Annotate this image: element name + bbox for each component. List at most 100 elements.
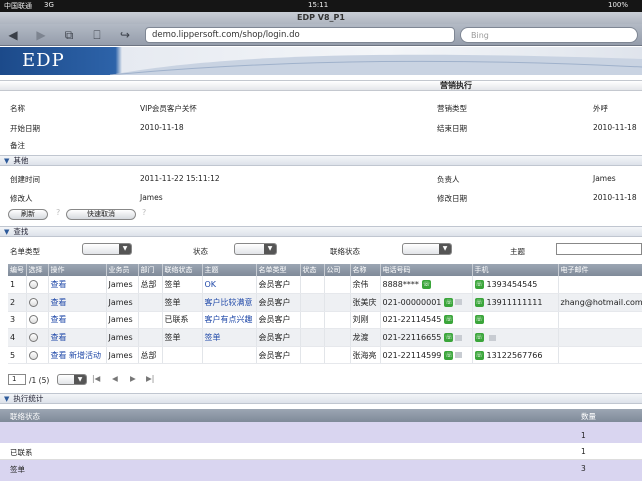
column-header[interactable]: 选择	[26, 264, 49, 276]
tabs-icon[interactable]: ⧉	[62, 28, 76, 42]
filter-section-header[interactable]: ▼ 查找	[0, 226, 642, 237]
sms-icon[interactable]	[455, 299, 463, 306]
search-input[interactable]: Bing	[460, 27, 638, 43]
column-header[interactable]: 联络状态	[162, 264, 203, 276]
last-page-icon[interactable]: ▶|	[146, 374, 154, 383]
forward-icon[interactable]: ▶	[34, 28, 48, 42]
phone-icon[interactable]: ☏	[474, 315, 484, 325]
phone-icon[interactable]: ☏	[444, 315, 454, 325]
end-date-label: 结束日期	[437, 124, 467, 133]
phone-icon[interactable]: ☏	[444, 297, 454, 307]
sms-icon[interactable]	[455, 352, 463, 359]
name-cell: 张美庆	[350, 293, 381, 312]
column-header[interactable]: 业务员	[106, 264, 139, 276]
app-banner: EDP	[0, 47, 642, 75]
add-activity-link[interactable]: 新增活动	[69, 351, 101, 360]
view-link[interactable]: 查看	[51, 315, 67, 324]
back-icon[interactable]: ◀	[6, 28, 20, 42]
select-radio[interactable]	[28, 333, 38, 343]
column-header[interactable]: 操作	[48, 264, 107, 276]
column-header[interactable]: 主题	[202, 264, 257, 276]
rep-cell: James	[106, 346, 139, 365]
column-header[interactable]: 公司	[324, 264, 351, 276]
quick-cancel-button[interactable]: 快速取消	[66, 209, 136, 220]
page-header: 营销执行	[0, 80, 642, 91]
modifier-label: 修改人	[10, 194, 33, 203]
chevron-down-icon: ▼	[4, 395, 10, 403]
list-type-cell: 会员客户	[256, 346, 301, 365]
column-header[interactable]: 电子邮件	[558, 264, 642, 276]
stats-count-cell: 1	[581, 431, 586, 440]
browser-title: EDP V8_P1	[0, 12, 642, 24]
stats-status-cell: 已联系	[10, 448, 33, 457]
created-label: 创建时间	[10, 175, 40, 184]
view-link[interactable]: 查看	[51, 333, 67, 342]
column-header[interactable]: 名单类型	[256, 264, 301, 276]
share-icon[interactable]: ↪	[118, 28, 132, 42]
refresh-button[interactable]: 刷新	[8, 209, 48, 220]
subject-link[interactable]: OK	[205, 280, 217, 289]
contact-status-select[interactable]: ▼	[402, 243, 452, 255]
table-row: 4 查看 James 签单 签单 会员客户 龙渡 021-22116655 ☏ ☏	[8, 328, 642, 347]
phone-cell: 021-22116655	[382, 333, 442, 343]
list-type-cell: 会员客户	[256, 311, 301, 330]
page-size-select[interactable]: ▼	[57, 374, 87, 385]
chevron-down-icon: ▼	[4, 228, 10, 236]
stats-section-header[interactable]: ▼ 执行统计	[0, 393, 642, 404]
phone-icon[interactable]: ☏	[421, 280, 431, 290]
end-date-value: 2010-11-18	[593, 123, 637, 132]
dept-cell	[138, 328, 163, 347]
chevron-down-icon: ▼	[4, 157, 10, 165]
bookmarks-icon[interactable]: ⎕	[90, 28, 104, 42]
dept-cell: 总部	[138, 346, 163, 365]
subject-link[interactable]: 客户比较满意	[205, 298, 253, 307]
carrier-text: 中国联通	[4, 2, 32, 10]
list-type-select[interactable]: ▼	[82, 243, 132, 255]
subject-input[interactable]	[556, 243, 642, 255]
sms-icon[interactable]	[455, 334, 463, 341]
list-type-cell: 会员客户	[256, 276, 301, 295]
column-header[interactable]: 部门	[138, 264, 163, 276]
other-section-header[interactable]: ▼ 其他	[0, 155, 642, 166]
column-header[interactable]: 编号	[8, 264, 27, 276]
select-radio[interactable]	[28, 280, 38, 290]
phone-icon[interactable]: ☏	[474, 333, 484, 343]
start-date-label: 开始日期	[10, 124, 40, 133]
column-header[interactable]: 名称	[350, 264, 381, 276]
column-header[interactable]: 手机	[472, 264, 559, 276]
table-row: 3 查看 James 已联系 客户有点兴趣 会员客户 刘刚 021-221145…	[8, 311, 642, 330]
sms-icon[interactable]	[488, 334, 496, 341]
select-radio[interactable]	[28, 297, 38, 307]
mobile-cell: 1393454545	[486, 280, 538, 290]
column-header[interactable]: 联络状态	[10, 411, 40, 422]
column-header[interactable]: 电话号码	[380, 264, 473, 276]
page-number-input[interactable]: 1	[8, 374, 26, 385]
phone-icon[interactable]: ☏	[474, 280, 484, 290]
column-header[interactable]: 数量	[581, 411, 596, 422]
url-input[interactable]: demo.lippersoft.com/shop/login.do	[145, 27, 455, 43]
next-page-icon[interactable]: ▶	[130, 374, 136, 383]
view-link[interactable]: 查看	[51, 280, 67, 289]
email-cell: zhang@hotmail.com	[558, 293, 642, 312]
subject-link[interactable]: 客户有点兴趣	[205, 315, 253, 324]
column-header[interactable]: 状态	[300, 264, 325, 276]
row-id: 2	[8, 293, 27, 312]
start-date-value: 2010-11-18	[140, 123, 184, 132]
select-radio[interactable]	[28, 350, 38, 360]
view-link[interactable]: 查看	[51, 351, 67, 360]
phone-icon[interactable]: ☏	[474, 297, 484, 307]
network-text: 3G	[44, 1, 54, 9]
status-select[interactable]: ▼	[234, 243, 277, 255]
view-link[interactable]: 查看	[51, 298, 67, 307]
subject-link[interactable]: 签单	[205, 333, 221, 342]
email-cell	[558, 328, 642, 347]
phone-icon[interactable]: ☏	[444, 333, 454, 343]
first-page-icon[interactable]: |◀	[92, 374, 100, 383]
modifier-value: James	[140, 193, 163, 202]
email-cell	[558, 346, 642, 365]
page-total-text: /1 (5)	[29, 376, 50, 385]
select-radio[interactable]	[28, 315, 38, 325]
phone-icon[interactable]: ☏	[444, 350, 454, 360]
prev-page-icon[interactable]: ◀	[112, 374, 118, 383]
phone-icon[interactable]: ☏	[474, 350, 484, 360]
